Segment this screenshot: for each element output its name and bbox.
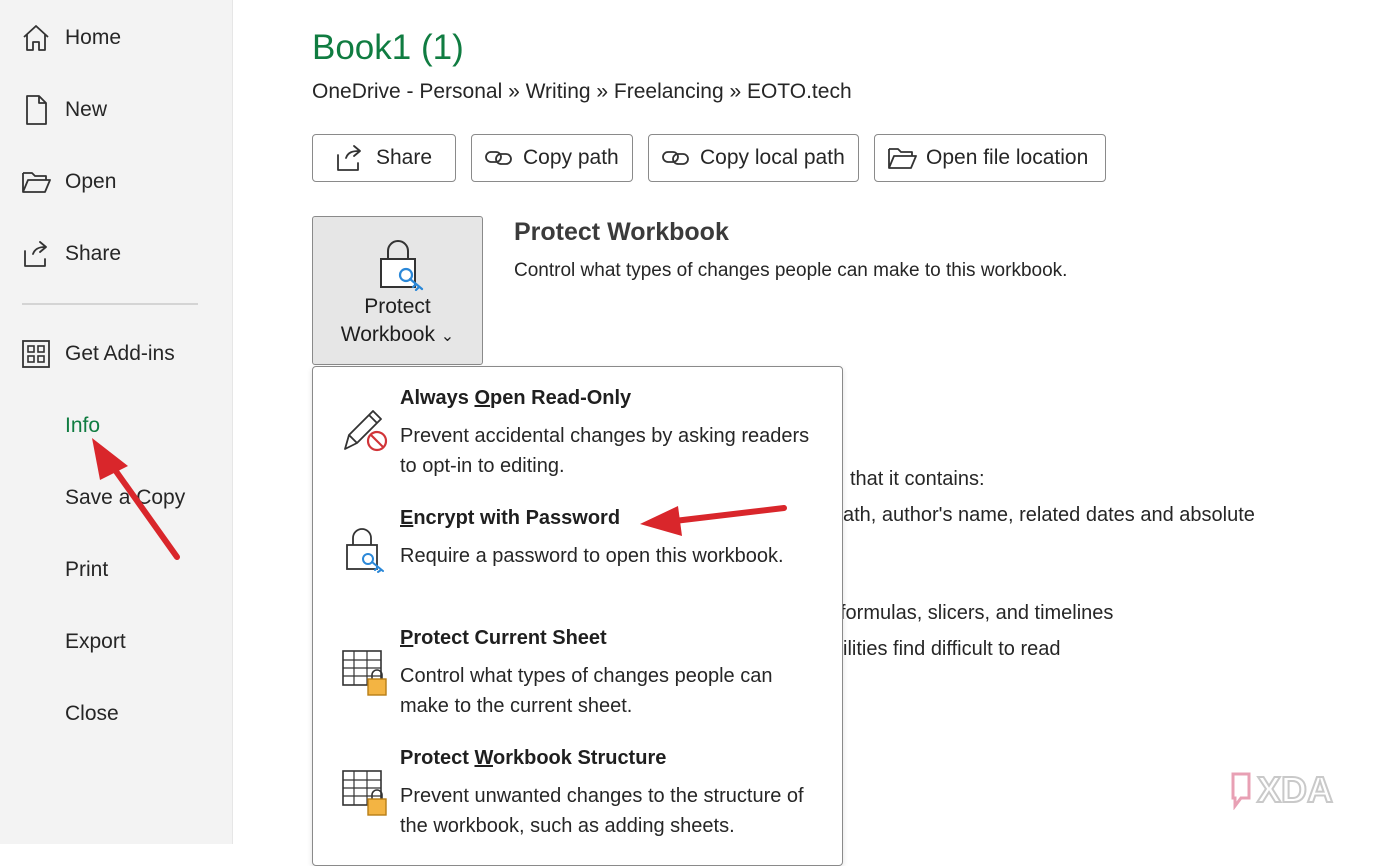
nav-open-label: Open [65, 170, 117, 193]
open-file-location-button[interactable]: Open file location [874, 134, 1106, 182]
menu-item-title: Encrypt with Password [400, 507, 621, 529]
sheet-lock-icon [341, 649, 389, 697]
link-icon [661, 144, 691, 172]
nav-share[interactable]: Share [0, 224, 232, 284]
protect-tile-line2: Workbook ⌄ [340, 323, 455, 346]
menu-item-title: Protect Workbook Structure [400, 747, 667, 769]
nav-info-label: Info [65, 414, 101, 437]
protect-tile-line1: Protect [364, 295, 431, 318]
page-title: Book1 (1) [312, 28, 464, 67]
lock-key-icon [376, 237, 426, 292]
inspect-text-2: ath, author's name, related dates and ab… [843, 504, 1255, 526]
share-button[interactable]: Share [312, 134, 456, 182]
menu-item-description: Prevent unwanted changes to the structur… [400, 785, 804, 837]
link-icon [484, 144, 514, 172]
open-file-location-label: Open file location [926, 146, 1089, 169]
chevron-down-icon: ⌄ [440, 328, 455, 345]
nav-close[interactable]: Close [0, 684, 232, 744]
menu-item-description: Control what types of changes people can… [400, 665, 773, 717]
nav-new-label: New [65, 98, 108, 121]
copy-local-path-button[interactable]: Copy local path [648, 134, 859, 182]
menu-protect-current-sheet[interactable]: Protect Current Sheet Control what types… [313, 627, 842, 727]
menu-item-title: Always Open Read-Only [400, 387, 632, 409]
nav-print-label: Print [65, 558, 109, 581]
add-ins-grid-icon [20, 338, 52, 370]
share-icon [20, 238, 52, 270]
protect-workbook-menu: Always Open Read-Only Prevent accidental… [312, 366, 843, 866]
nav-get-add-ins-label: Get Add-ins [65, 342, 175, 365]
nav-print[interactable]: Print [0, 540, 232, 600]
copy-path-label: Copy path [523, 146, 619, 169]
menu-encrypt-with-password[interactable]: Encrypt with Password Require a password… [313, 507, 842, 607]
protect-workbook-button[interactable]: Protect Workbook ⌄ [312, 216, 483, 365]
nav-save-a-copy-label: Save a Copy [65, 486, 186, 509]
pencil-no-edit-icon [341, 405, 389, 453]
menu-item-description: Require a password to open this workbook… [400, 545, 784, 567]
copy-local-path-label: Copy local path [700, 146, 845, 169]
nav-share-label: Share [65, 242, 122, 265]
nav-home-label: Home [65, 26, 122, 49]
nav-save-a-copy[interactable]: Save a Copy [0, 468, 232, 528]
menu-item-title: Protect Current Sheet [400, 627, 607, 649]
menu-always-open-read-only[interactable]: Always Open Read-Only Prevent accidental… [313, 387, 842, 487]
share-icon [335, 144, 365, 172]
nav-export-label: Export [65, 630, 126, 653]
protect-workbook-title: Protect Workbook [514, 218, 729, 246]
nav-get-add-ins[interactable]: Get Add-ins [0, 324, 232, 384]
inspect-text-1: that it contains: [850, 468, 985, 490]
copy-path-button[interactable]: Copy path [471, 134, 633, 182]
open-folder-icon [887, 144, 917, 172]
sidebar-divider [22, 303, 198, 305]
protect-workbook-description: Control what types of changes people can… [514, 260, 1068, 281]
menu-item-description: Prevent accidental changes by asking rea… [400, 425, 810, 477]
xda-logo: XDA [1231, 768, 1334, 810]
lock-key-icon [341, 525, 389, 573]
home-icon [20, 22, 52, 54]
menu-protect-workbook-structure[interactable]: Protect Workbook Structure Prevent unwan… [313, 747, 842, 847]
nav-info[interactable]: Info [0, 396, 232, 456]
open-folder-icon [20, 166, 52, 198]
inspect-text-4: ilities find difficult to read [843, 638, 1061, 660]
backstage-sidebar: Home New Open Share Get Add-ins Info Sav… [0, 0, 233, 844]
new-document-icon [20, 94, 52, 126]
inspect-text-3: formulas, slicers, and timelines [840, 602, 1114, 624]
nav-close-label: Close [65, 702, 119, 725]
nav-home[interactable]: Home [0, 8, 232, 68]
breadcrumb[interactable]: OneDrive - Personal » Writing » Freelanc… [312, 80, 852, 104]
share-button-label: Share [376, 146, 433, 169]
nav-new[interactable]: New [0, 80, 232, 140]
nav-open[interactable]: Open [0, 152, 232, 212]
svg-text:XDA: XDA [1257, 769, 1333, 810]
workbook-lock-icon [341, 769, 389, 817]
nav-export[interactable]: Export [0, 612, 232, 672]
